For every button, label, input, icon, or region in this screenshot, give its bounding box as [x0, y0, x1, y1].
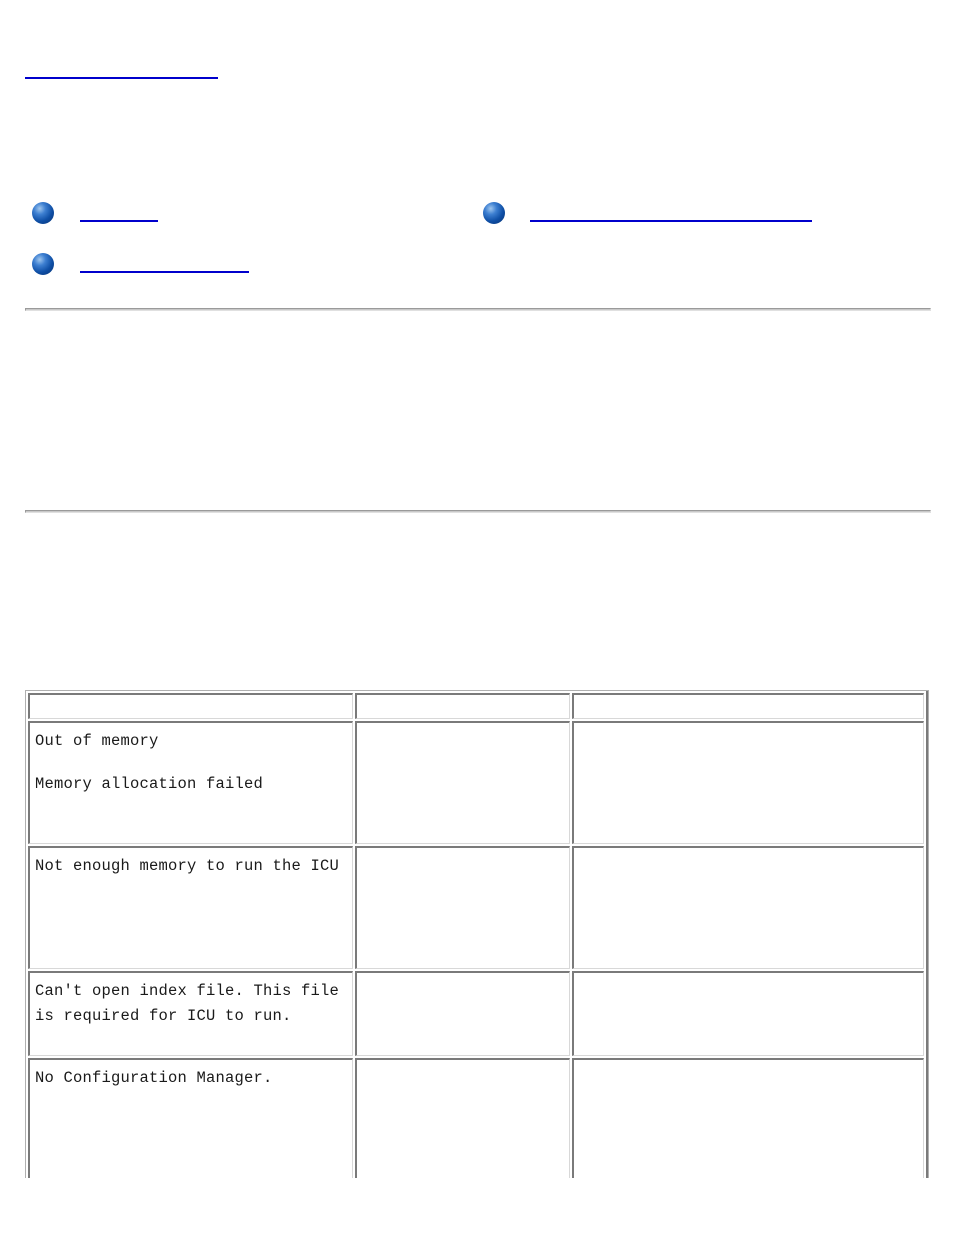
- globe-bullet-icon: [32, 253, 54, 275]
- nav-link-1[interactable]: [80, 204, 158, 222]
- globe-bullet-icon: [483, 202, 505, 224]
- message-text: Memory allocation failed: [35, 774, 264, 793]
- header-cell-message: [28, 693, 353, 719]
- horizontal-divider: [25, 308, 931, 311]
- back-to-contents-link[interactable]: [25, 62, 218, 79]
- cause-cell: [355, 971, 570, 1056]
- message-text: No Configuration Manager.: [35, 1069, 273, 1087]
- table-header-row: [28, 693, 924, 719]
- table-row: Not enough memory to run the ICU: [28, 846, 924, 969]
- page-bottom-mask: [0, 1178, 954, 1235]
- message-text: Can't open index file. This file is requ…: [35, 982, 340, 1025]
- cause-cell: [355, 721, 570, 844]
- message-cell: Can't open index file. This file is requ…: [28, 971, 353, 1056]
- message-cell: Out of memory Memory allocation failed: [28, 721, 353, 844]
- message-text: Not enough memory to run the ICU: [35, 857, 340, 875]
- action-cell: [572, 721, 924, 844]
- nav-link-3[interactable]: [80, 255, 249, 273]
- action-cell: [572, 846, 924, 969]
- header-cell-cause: [355, 693, 570, 719]
- nav-link-2[interactable]: [530, 204, 812, 222]
- action-cell: [572, 971, 924, 1056]
- table-row: Can't open index file. This file is requ…: [28, 971, 924, 1056]
- table-row: Out of memory Memory allocation failed: [28, 721, 924, 844]
- error-messages-table: Out of memory Memory allocation failed N…: [25, 690, 929, 1216]
- message-text: Out of memory: [35, 732, 159, 750]
- horizontal-divider: [25, 510, 931, 513]
- header-cell-action: [572, 693, 924, 719]
- error-messages-table-container: Out of memory Memory allocation failed N…: [25, 690, 929, 1250]
- globe-bullet-icon: [32, 202, 54, 224]
- cause-cell: [355, 846, 570, 969]
- message-cell: Not enough memory to run the ICU: [28, 846, 353, 969]
